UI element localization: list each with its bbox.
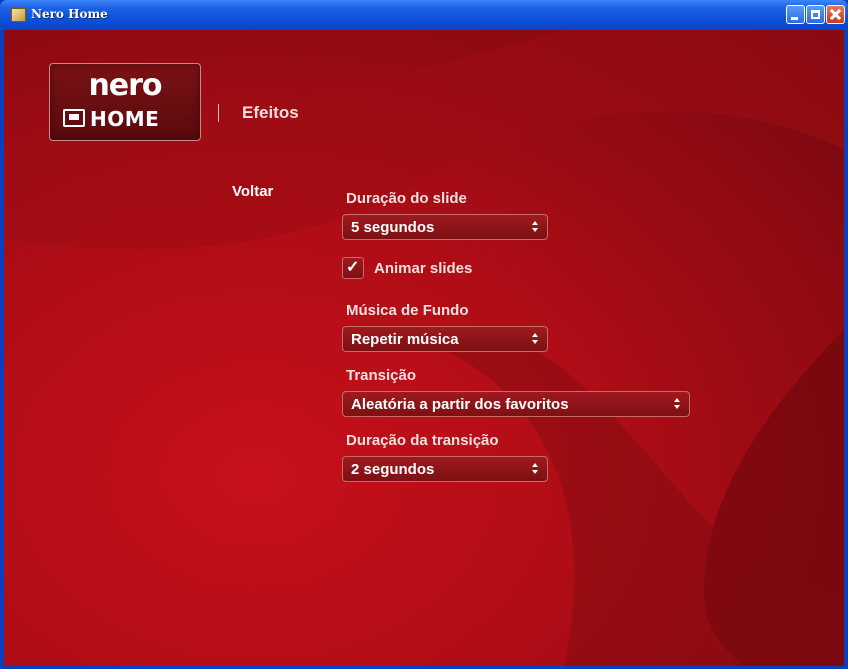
slide-duration-value: 5 segundos — [351, 219, 435, 236]
background-music-select[interactable]: Repetir música — [342, 326, 548, 352]
spinner-arrows-icon — [532, 221, 538, 233]
background-music-label: Música de Fundo — [346, 302, 469, 319]
page-title: Efeitos — [242, 103, 299, 122]
logo-product-text: HOME — [90, 107, 160, 131]
transition-value: Aleatória a partir dos favoritos — [351, 396, 569, 413]
back-button[interactable]: Voltar — [232, 183, 273, 200]
transition-select[interactable]: Aleatória a partir dos favoritos — [342, 391, 690, 417]
app-window: Nero Home nero HOME Efeitos Voltar Duraç… — [0, 0, 848, 669]
header-separator — [218, 104, 219, 122]
window-title: Nero Home — [31, 7, 108, 21]
transition-duration-select[interactable]: 2 segundos — [342, 456, 548, 482]
logo-brand-text: nero — [88, 68, 162, 103]
nero-home-logo: nero HOME — [49, 63, 201, 141]
maximize-button[interactable] — [806, 5, 825, 24]
transition-label: Transição — [346, 367, 417, 384]
spinner-arrows-icon — [532, 333, 538, 345]
close-button[interactable] — [826, 5, 845, 24]
background-music-value: Repetir música — [351, 331, 459, 348]
spinner-arrows-icon — [674, 398, 680, 410]
main-content: nero HOME Efeitos Voltar Duração do slid… — [4, 30, 844, 666]
animate-slides-label[interactable]: Animar slides — [374, 260, 472, 277]
slide-duration-label: Duração do slide — [346, 190, 467, 207]
transition-duration-label: Duração da transição — [346, 432, 499, 449]
animate-slides-checkbox[interactable]: ✓ — [342, 257, 364, 279]
checkmark-icon: ✓ — [346, 259, 360, 276]
minimize-button[interactable] — [786, 5, 805, 24]
slide-duration-select[interactable]: 5 segundos — [342, 214, 548, 240]
logo-home-row: HOME — [63, 107, 193, 131]
app-icon — [11, 8, 26, 22]
title-bar[interactable]: Nero Home — [0, 0, 848, 30]
transition-duration-value: 2 segundos — [351, 461, 435, 478]
tv-icon — [63, 109, 85, 127]
spinner-arrows-icon — [532, 463, 538, 475]
